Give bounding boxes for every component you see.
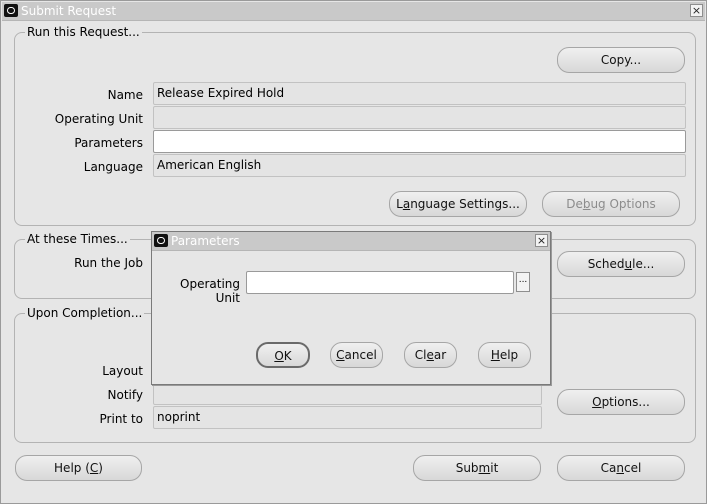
dialog-title: Parameters xyxy=(171,234,240,248)
clear-mnemonic: e xyxy=(426,348,434,362)
schedule-mnemonic: u xyxy=(624,257,633,271)
ok-mnemonic: O xyxy=(274,349,284,363)
options-button-label-rest: ptions... xyxy=(601,395,650,409)
run-request-group-label: Run this Request... xyxy=(25,25,142,39)
dialog-clear-button[interactable]: Clear xyxy=(404,342,457,368)
ok-button-label-rest: K xyxy=(283,349,292,363)
dialog-cancel-button[interactable]: Cancel xyxy=(330,342,383,368)
name-field[interactable]: Release Expired Hold xyxy=(153,82,686,105)
submit-mnemonic: m xyxy=(478,461,491,475)
debug-options-button-label: De xyxy=(566,197,583,211)
dialog-operating-unit-label: Operating Unit xyxy=(180,277,240,305)
window-title: Submit Request xyxy=(21,4,117,18)
help-button-label: Help ( xyxy=(54,461,90,475)
debug-options-button-label-rest: ug Options xyxy=(590,197,656,211)
cancel-mnemonic: n xyxy=(616,461,624,475)
name-label: Name xyxy=(107,88,143,102)
clear-button-label-rest: ar xyxy=(433,348,447,362)
cancel-button-label-rest: cel xyxy=(624,461,642,475)
submit-button[interactable]: Submit xyxy=(413,455,541,481)
title-bar[interactable]: Submit Request × xyxy=(2,2,705,21)
dialog-cancel-mnemonic: C xyxy=(336,348,345,362)
operating-unit-field[interactable] xyxy=(153,106,686,129)
dialog-ok-button[interactable]: OK xyxy=(256,342,310,368)
language-settings-button[interactable]: Language Settings... xyxy=(389,191,527,217)
times-group-label: At these Times... xyxy=(25,232,130,246)
oracle-logo-icon xyxy=(4,4,18,17)
help-button[interactable]: Help (C) xyxy=(15,455,142,481)
submit-request-window: Submit Request × Run this Request... Cop… xyxy=(0,0,707,504)
language-field[interactable]: American English xyxy=(153,154,686,177)
options-button[interactable]: Options... xyxy=(557,389,685,415)
operating-unit-label: Operating Unit xyxy=(54,112,143,126)
cancel-button-label: Ca xyxy=(600,461,617,475)
notify-field[interactable] xyxy=(153,382,542,405)
dialog-title-bar[interactable]: Parameters × xyxy=(152,232,550,251)
parameters-field[interactable] xyxy=(153,130,686,153)
dialog-help-button[interactable]: Help xyxy=(478,342,531,368)
parameters-label: Parameters xyxy=(74,136,143,150)
help-button-label-rest: ) xyxy=(98,461,103,475)
dialog-operating-unit-field[interactable] xyxy=(246,271,514,294)
submit-button-label: Sub xyxy=(455,461,479,475)
print-to-label: Print to xyxy=(99,412,143,426)
print-to-field[interactable]: noprint xyxy=(153,406,542,429)
cancel-button[interactable]: Cancel xyxy=(557,455,685,481)
language-settings-button-label: L xyxy=(396,197,403,211)
submit-button-label-rest: it xyxy=(490,461,499,475)
schedule-button-label-rest: le... xyxy=(632,257,655,271)
language-label: Language xyxy=(83,160,143,174)
dialog-cancel-button-label-rest: ancel xyxy=(344,348,377,362)
dialog-close-icon[interactable]: × xyxy=(535,234,548,247)
run-job-label: Run the Job xyxy=(74,256,143,270)
dialog-help-button-label-rest: elp xyxy=(499,348,519,362)
oracle-logo-icon xyxy=(154,234,168,247)
parameters-dialog: Parameters × Operating Unit ... OK Cance… xyxy=(151,231,551,385)
notify-label: Notify xyxy=(107,388,143,402)
completion-group-label: Upon Completion... xyxy=(25,306,145,320)
language-settings-button-label-rest: nguage Settings... xyxy=(410,197,520,211)
copy-button[interactable]: Copy... xyxy=(557,47,685,73)
close-icon[interactable]: × xyxy=(690,4,703,17)
schedule-button[interactable]: Schedule... xyxy=(557,251,685,277)
list-of-values-icon[interactable]: ... xyxy=(516,272,530,292)
layout-label: Layout xyxy=(102,364,143,378)
clear-button-label: Cl xyxy=(414,348,427,362)
schedule-button-label: Sched xyxy=(587,257,625,271)
debug-options-button[interactable]: Debug Options xyxy=(542,191,680,217)
options-mnemonic: O xyxy=(592,395,602,409)
dialog-help-mnemonic: H xyxy=(490,348,500,362)
